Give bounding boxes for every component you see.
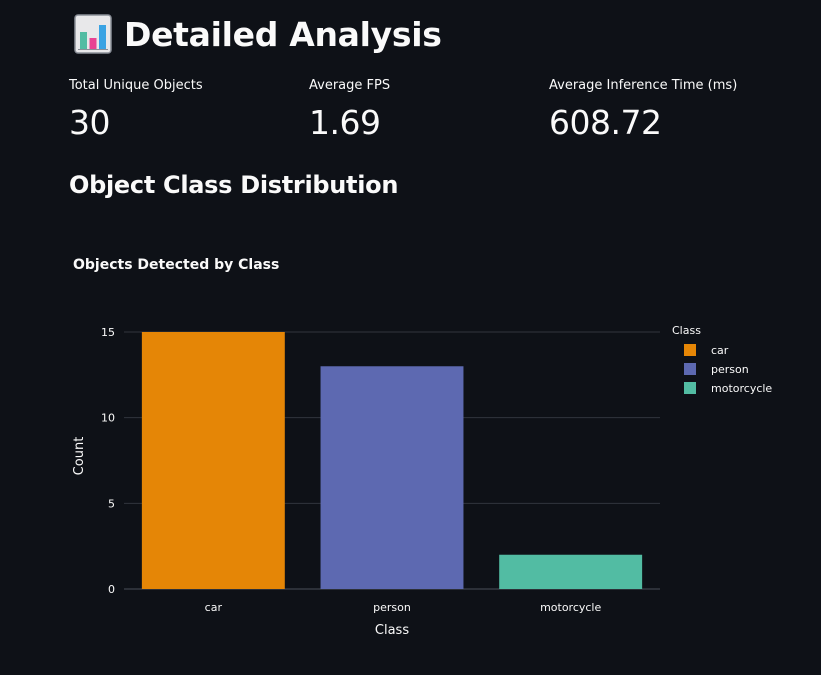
chart-bars <box>141 332 643 589</box>
legend-item-car[interactable]: car <box>711 344 729 357</box>
y-axis-title: Count <box>72 437 87 476</box>
legend-title: Class <box>672 324 701 337</box>
x-axis-title: Class <box>375 623 409 638</box>
bar-motorcycle[interactable] <box>499 554 643 589</box>
legend-swatch <box>684 363 696 375</box>
legend-item-person[interactable]: person <box>711 363 749 376</box>
bar-person[interactable] <box>320 366 464 589</box>
y-tick-label: 0 <box>108 583 115 596</box>
x-tick-label: motorcycle <box>540 601 601 614</box>
legend-swatch <box>684 344 696 356</box>
y-tick-label: 5 <box>108 497 115 510</box>
class-distribution-chart[interactable]: Objects Detected by Class 0 5 10 15 car perso… <box>0 0 821 675</box>
legend-swatch <box>684 382 696 394</box>
bar-car[interactable] <box>141 332 285 589</box>
page: Detailed Analysis Total Unique Objects 3… <box>0 0 821 675</box>
y-tick-label: 10 <box>101 412 115 425</box>
y-tick-label: 15 <box>101 326 115 339</box>
x-tick-label: car <box>205 601 223 614</box>
x-tick-label: person <box>373 601 411 614</box>
chart-title: Objects Detected by Class <box>73 257 279 273</box>
legend-item-motorcycle[interactable]: motorcycle <box>711 382 772 395</box>
chart-legend[interactable]: Class car person motorcycle <box>672 324 772 395</box>
